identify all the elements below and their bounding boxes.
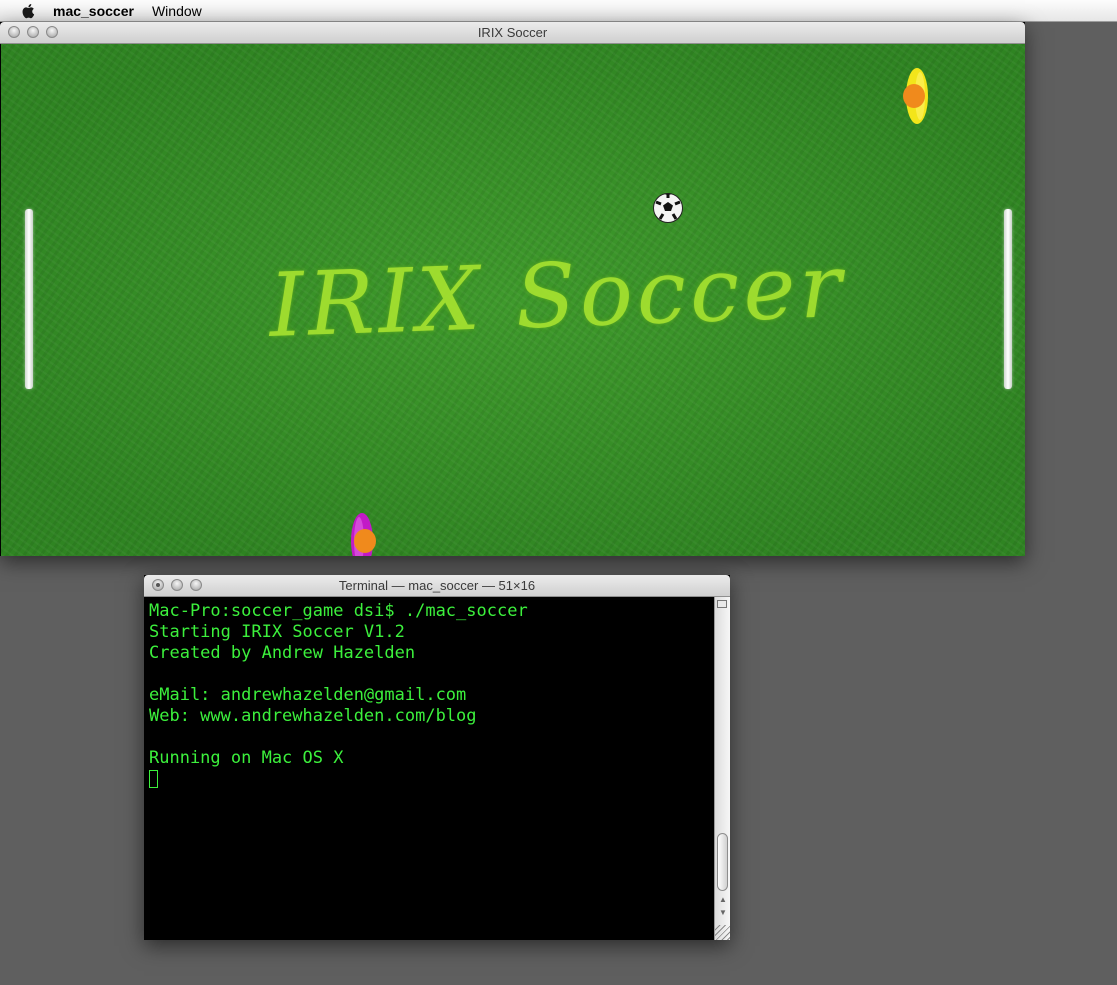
menu-bar: mac_soccer Window [0, 0, 1117, 22]
scrollbar-thumb[interactable] [717, 833, 728, 891]
soccer-window-titlebar[interactable]: IRIX Soccer [0, 22, 1025, 44]
zoom-button[interactable] [46, 26, 58, 38]
soccer-window: IRIX Soccer IRIX Soccer [0, 22, 1025, 556]
soccer-field[interactable]: IRIX Soccer [1, 44, 1025, 556]
scroll-up-icon[interactable]: ▲ [719, 895, 727, 904]
zoom-button[interactable] [190, 579, 202, 591]
menu-app-name[interactable]: mac_soccer [53, 3, 134, 19]
terminal-line: Starting IRIX Soccer V1.2 [149, 622, 405, 642]
window-controls [152, 579, 202, 591]
terminal-titlebar[interactable]: Terminal — mac_soccer — 51×16 [144, 575, 730, 597]
split-pane-icon[interactable] [717, 600, 727, 608]
resize-grip-icon[interactable] [715, 925, 730, 940]
terminal-line: eMail: andrewhazelden@gmail.com [149, 685, 467, 705]
soccer-window-title: IRIX Soccer [477, 25, 548, 40]
close-button[interactable] [152, 579, 164, 591]
terminal-output[interactable]: Mac-Pro:soccer_game dsi$ ./mac_soccer St… [144, 597, 714, 940]
apple-icon[interactable] [19, 2, 39, 20]
terminal-line: Created by Andrew Hazelden [149, 643, 416, 663]
right-goal [1004, 209, 1012, 389]
minimize-button[interactable] [27, 26, 39, 38]
text-cursor [149, 770, 158, 788]
terminal-prompt-line[interactable] [149, 769, 709, 790]
terminal-title: Terminal — mac_soccer — 51×16 [338, 578, 536, 593]
window-controls [8, 26, 58, 38]
close-button[interactable] [8, 26, 20, 38]
terminal-line: Mac-Pro:soccer_game dsi$ ./mac_soccer [149, 601, 528, 621]
left-goal [25, 209, 33, 389]
terminal-line: Running on Mac OS X [149, 748, 344, 768]
soccer-ball [653, 193, 683, 223]
player-magenta [351, 513, 376, 556]
terminal-scrollbar[interactable]: ▲ ▼ [714, 597, 730, 940]
scroll-down-icon[interactable]: ▼ [719, 908, 727, 917]
terminal-line: Web: www.andrewhazelden.com/blog [149, 706, 477, 726]
terminal-window: Terminal — mac_soccer — 51×16 Mac-Pro:so… [144, 575, 730, 940]
minimize-button[interactable] [171, 579, 183, 591]
menu-window[interactable]: Window [152, 3, 202, 19]
player-yellow [903, 68, 928, 124]
field-title-text: IRIX Soccer [267, 233, 848, 358]
